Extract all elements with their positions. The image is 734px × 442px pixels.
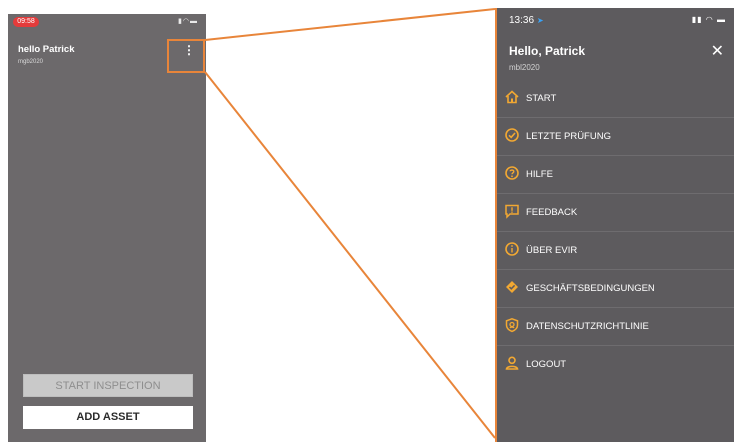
menu-item-label: LETZTE PRÜFUNG [526,131,611,142]
highlight-box [167,39,205,73]
wifi-icon: ◠ [705,15,714,24]
status-time: 13:36 ➤ [509,15,544,26]
privacy-shield-icon [505,318,519,333]
info-icon [505,242,519,256]
connector-line-top [204,8,496,41]
menu-item-letzte-pruefung[interactable]: LETZTE PRÜFUNG [497,118,734,156]
menu-item-feedback[interactable]: FEEDBACK [497,194,734,232]
close-icon[interactable]: ✕ [711,44,724,60]
user-icon [505,356,519,370]
menu-item-datenschutzrichtlinie[interactable]: DATENSCHUTZRICHTLINIE [497,308,734,346]
menu-item-logout[interactable]: LOGOUT [497,346,734,384]
start-inspection-button[interactable]: START INSPECTION [23,374,193,397]
feedback-icon [505,204,519,219]
status-icons: ▮▮ ◠ ▬ [692,15,726,24]
menu-item-ueber-evir[interactable]: ÜBER EVIR [497,232,734,270]
battery-icon: ▬ [190,18,198,25]
greeting: Hello, Patrick [509,44,586,58]
status-icons: ▮◠▬ [178,17,198,25]
terms-icon [506,281,518,293]
greeting: hello Patrick [18,44,75,55]
menu-item-label: ÜBER EVIR [526,245,578,256]
menu-item-start[interactable]: START [497,80,734,118]
check-circle-icon [505,128,519,142]
location-arrow-icon: ➤ [536,16,544,25]
menu-item-label: FEEDBACK [526,207,578,218]
menu-list: START LETZTE PRÜFUNG HILFE FEEDBACK ÜBER… [497,80,734,384]
menu-item-label: START [526,93,557,104]
connector-line-bottom [204,71,496,439]
status-time-text: 13:36 [509,15,535,26]
menu-item-label: DATENSCHUTZRICHTLINIE [526,321,649,332]
username: mgb2020 [18,59,44,65]
status-bar: 13:36 ➤ ▮▮ ◠ ▬ [497,8,734,28]
menu-item-hilfe[interactable]: HILFE [497,156,734,194]
right-phone-menu: 13:36 ➤ ▮▮ ◠ ▬ Hello, Patrick mbl2020 ✕ … [495,8,734,442]
menu-item-label: LOGOUT [526,359,567,370]
status-time: 09:58 [13,17,39,27]
menu-item-geschaeftsbedingungen[interactable]: GESCHÄFTSBEDINGUNGEN [497,270,734,308]
battery-icon: ▬ [717,15,726,24]
menu-item-label: GESCHÄFTSBEDINGUNGEN [526,283,655,294]
home-icon [505,90,519,104]
add-asset-button[interactable]: ADD ASSET [23,406,193,429]
help-icon [505,166,519,180]
wifi-icon: ◠ [182,18,190,25]
left-phone-screen: 09:58 ▮◠▬ hello Patrick mgb2020 ⋮ START … [8,14,206,442]
menu-item-label: HILFE [526,169,553,180]
signal-icon: ▮▮ [691,15,703,24]
username: mbl2020 [509,63,540,72]
status-bar: 09:58 ▮◠▬ [8,14,206,30]
